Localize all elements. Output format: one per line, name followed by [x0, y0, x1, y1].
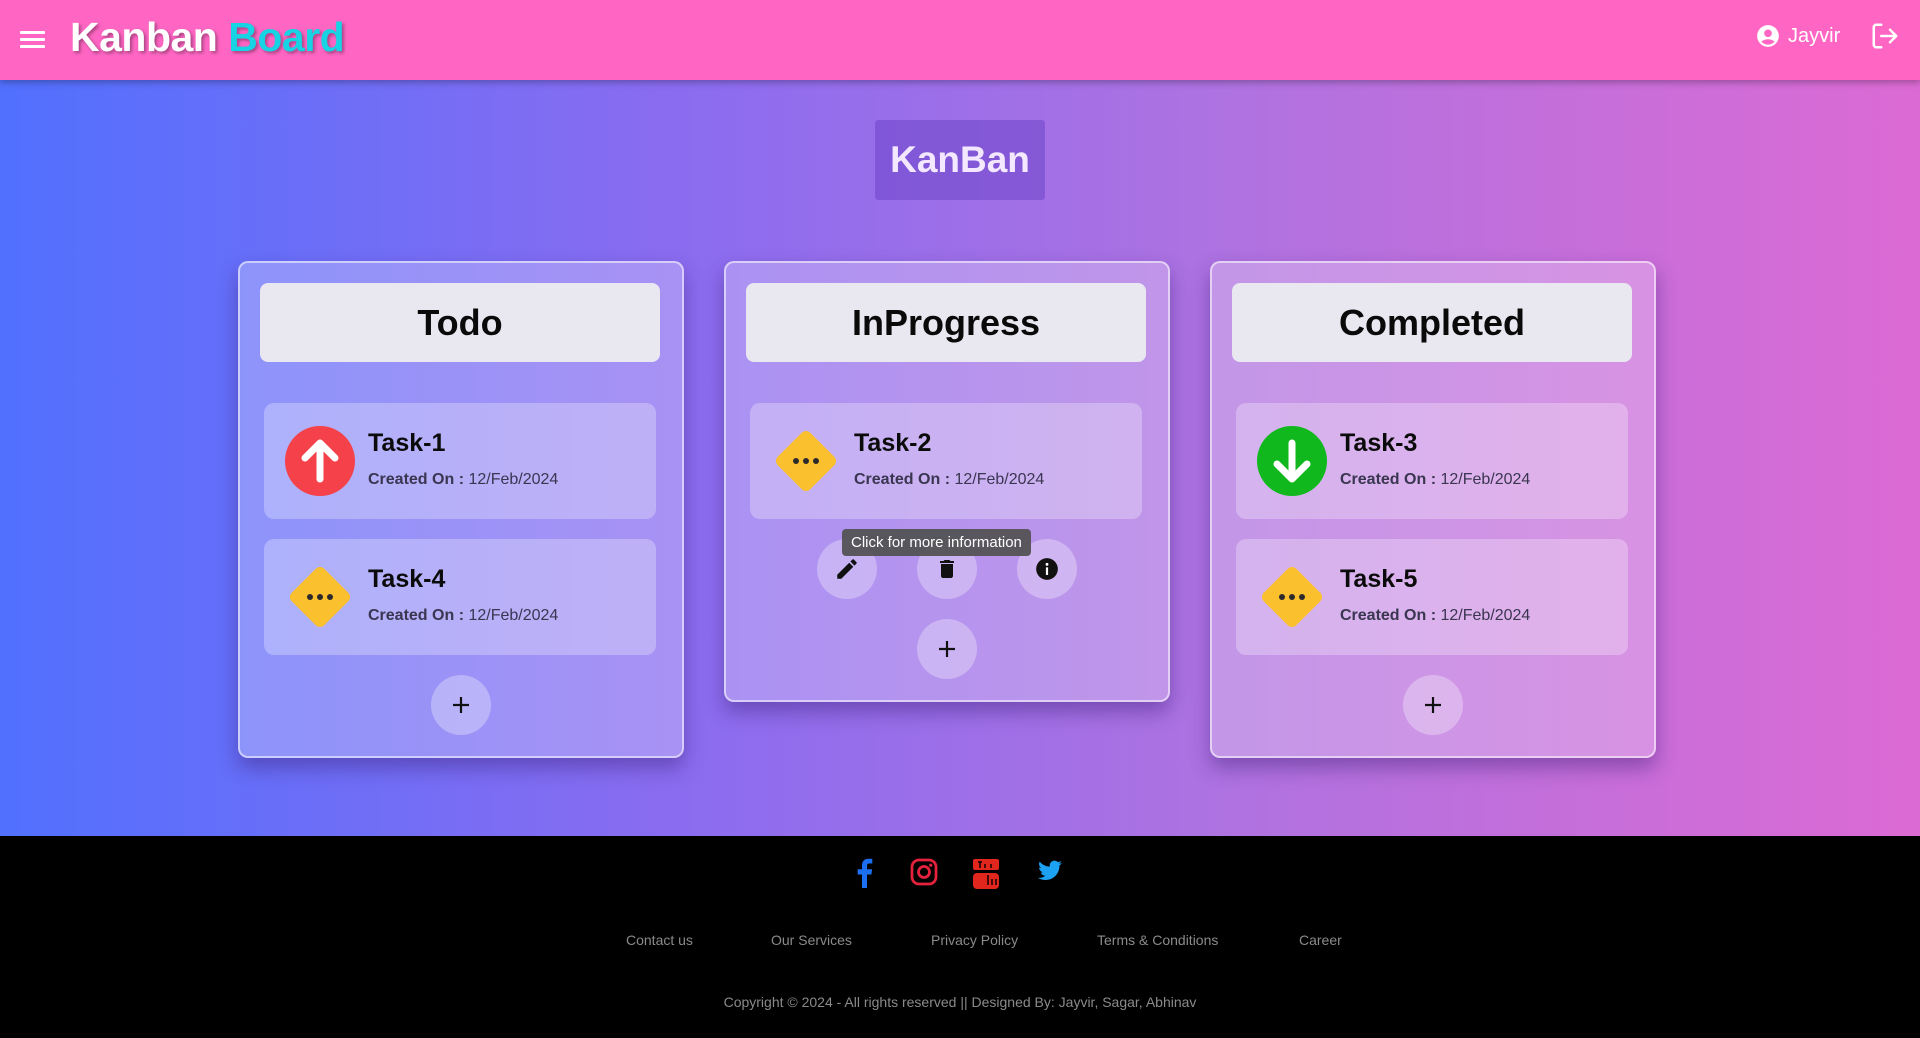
task-card[interactable]: Task-3 Created On : 12/Feb/2024 [1236, 403, 1628, 519]
task-card[interactable]: Task-4 Created On : 12/Feb/2024 [264, 539, 656, 655]
footer-link-career[interactable]: Career [1299, 932, 1342, 948]
task-name: Task-2 [854, 429, 932, 457]
plus-icon [1425, 697, 1441, 713]
task-card[interactable]: Task-5 Created On : 12/Feb/2024 [1236, 539, 1628, 655]
add-task-button[interactable] [1403, 675, 1463, 735]
footer: Contact us Our Services Privacy Policy T… [0, 836, 1920, 1038]
task-card[interactable]: Task-2 Created On : 12/Feb/2024 [750, 403, 1142, 519]
brand-word-kanban: Kanban [70, 14, 218, 60]
menu-icon[interactable] [20, 27, 50, 53]
task-name: Task-5 [1340, 565, 1418, 593]
task-created: Created On : 12/Feb/2024 [1340, 607, 1530, 625]
created-date: 12/Feb/2024 [1440, 471, 1531, 488]
logout-icon [1872, 23, 1898, 49]
twitter-icon [1038, 860, 1062, 880]
tooltip: Click for more information [842, 529, 1031, 556]
twitter-link[interactable] [1036, 858, 1064, 889]
username-label: Jayvir [1788, 24, 1841, 47]
created-date: 12/Feb/2024 [1440, 607, 1531, 624]
task-created: Created On : 12/Feb/2024 [368, 471, 558, 489]
facebook-icon [857, 858, 873, 888]
footer-link-contact[interactable]: Contact us [626, 932, 693, 948]
column-title: InProgress [746, 283, 1146, 362]
column-inprogress: InProgress Task-2 Created On : 12/Feb/20… [724, 261, 1170, 702]
edit-icon [837, 559, 857, 579]
instagram-icon [910, 858, 938, 886]
instagram-link[interactable] [910, 858, 938, 891]
task-name: Task-4 [368, 565, 446, 593]
app-bar: Kanban Board Jayvir [0, 0, 1920, 80]
facebook-link[interactable] [854, 858, 874, 893]
brand-word-board: Board [228, 14, 345, 60]
plus-icon [453, 697, 469, 713]
arrow-up-icon [285, 426, 355, 496]
footer-link-terms[interactable]: Terms & Conditions [1097, 932, 1218, 948]
add-task-button[interactable] [917, 619, 977, 679]
created-label: Created On : [368, 471, 465, 488]
created-date: 12/Feb/2024 [468, 471, 559, 488]
task-created: Created On : 12/Feb/2024 [854, 471, 1044, 489]
more-horizontal-icon [775, 430, 837, 492]
user-menu[interactable]: Jayvir [1755, 20, 1840, 52]
board-area: KanBan Todo Task-1 Created On : 12/Feb/2… [0, 80, 1920, 836]
plus-icon [939, 641, 955, 657]
task-created: Created On : 12/Feb/2024 [368, 607, 558, 625]
column-title: Completed [1232, 283, 1632, 362]
task-created: Created On : 12/Feb/2024 [1340, 471, 1530, 489]
info-icon [1036, 558, 1058, 580]
delete-icon [940, 560, 954, 578]
more-horizontal-icon [289, 566, 351, 628]
footer-link-privacy[interactable]: Privacy Policy [931, 932, 1018, 948]
youtube-icon [973, 859, 999, 889]
created-label: Created On : [1340, 471, 1437, 488]
column-completed: Completed Task-3 Created On : 12/Feb/202… [1210, 261, 1656, 758]
page-title: KanBan [875, 120, 1045, 200]
more-horizontal-icon [1261, 566, 1323, 628]
task-card[interactable]: Task-1 Created On : 12/Feb/2024 [264, 403, 656, 519]
arrow-down-icon [1257, 426, 1327, 496]
copyright-text: Copyright © 2024 - All rights reserved |… [723, 994, 1197, 1010]
created-label: Created On : [1340, 607, 1437, 624]
footer-link-services[interactable]: Our Services [771, 932, 852, 948]
created-label: Created On : [368, 607, 465, 624]
created-date: 12/Feb/2024 [954, 471, 1045, 488]
task-name: Task-1 [368, 429, 446, 457]
column-title: Todo [260, 283, 660, 362]
column-todo: Todo Task-1 Created On : 12/Feb/2024 Tas… [238, 261, 684, 758]
brand-logo: Kanban Board [70, 14, 345, 61]
add-task-button[interactable] [431, 675, 491, 735]
created-date: 12/Feb/2024 [468, 607, 559, 624]
account-circle-icon [1757, 25, 1779, 47]
youtube-link[interactable] [972, 858, 1000, 895]
created-label: Created On : [854, 471, 951, 488]
task-name: Task-3 [1340, 429, 1418, 457]
logout-button[interactable] [1870, 21, 1900, 56]
